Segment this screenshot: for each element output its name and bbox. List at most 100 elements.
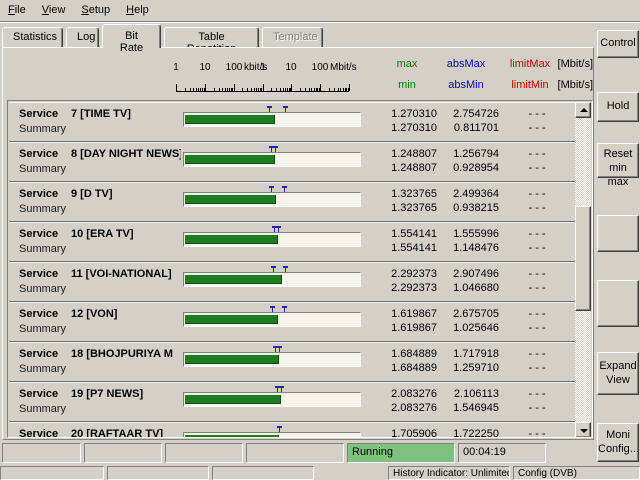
bitrate-bar <box>185 395 281 404</box>
reset-minmax-button[interactable]: Reset min max <box>597 143 639 178</box>
service-row[interactable]: Service7 [TIME TV] Summary 1.270310 2.75… <box>9 102 575 142</box>
arrow-down-icon <box>580 429 588 433</box>
moni-label-1: Moni <box>598 428 638 442</box>
value-limitmin: - - - <box>509 402 565 414</box>
service-name: Service20 [RAFTAAR TV] <box>19 428 181 438</box>
elapsed-time: 00:04:19 <box>458 443 546 463</box>
col-header-absmin: absMin <box>438 79 494 91</box>
tab-bit-rate[interactable]: Bit Rate <box>102 24 161 48</box>
scroll-up-button[interactable] <box>575 102 591 118</box>
value-absmax: 2.499364 <box>439 188 499 200</box>
value-limitmax: - - - <box>509 188 565 200</box>
bitrate-bar <box>185 315 278 324</box>
value-max: 2.083276 <box>377 388 437 400</box>
service-summary-label: Summary <box>19 243 66 255</box>
hold-button[interactable]: Hold <box>597 92 639 122</box>
value-min: 1.684889 <box>377 362 437 374</box>
absmin-marker <box>269 186 274 192</box>
tab-template[interactable]: Template <box>262 27 323 48</box>
service-row[interactable]: Service9 [D TV] Summary 1.323765 2.49936… <box>9 182 575 222</box>
bitrate-bar <box>185 195 276 204</box>
absmax-marker <box>279 386 284 392</box>
absmin-marker <box>270 306 275 312</box>
service-summary-label: Summary <box>19 203 66 215</box>
value-limitmax: - - - <box>509 428 565 438</box>
expand-view-button[interactable]: Expand View <box>597 352 639 395</box>
service-row[interactable]: Service20 [RAFTAAR TV] Summary 1.705906 … <box>9 422 575 438</box>
menu-help[interactable]: Help <box>118 1 157 20</box>
chart-header: 110100kbit/s110100Mbit/s max min absMax … <box>3 48 593 100</box>
bitrate-bar <box>185 275 282 284</box>
value-min: 1.323765 <box>377 202 437 214</box>
service-summary-label: Summary <box>19 323 66 335</box>
value-absmin: 1.046680 <box>439 282 499 294</box>
expand-label-2: View <box>598 373 638 387</box>
service-row[interactable]: Service8 [DAY NIGHT NEWS] Summary 1.2488… <box>9 142 575 182</box>
service-row[interactable]: Service19 [P7 NEWS] Summary 2.083276 2.1… <box>9 382 575 422</box>
absmax-marker <box>276 226 281 232</box>
value-absmax: 2.907496 <box>439 268 499 280</box>
value-max: 2.292373 <box>377 268 437 280</box>
tab-table-repetition[interactable]: Table Repetition <box>164 27 259 48</box>
service-row[interactable]: Service12 [VON] Summary 1.619867 2.67570… <box>9 302 575 342</box>
value-limitmax: - - - <box>509 228 565 240</box>
value-absmin: 0.928954 <box>439 162 499 174</box>
unit-label-min: [Mbit/s] <box>543 79 593 91</box>
value-limitmax: - - - <box>509 268 565 280</box>
blank-button-1[interactable] <box>597 215 639 252</box>
moni-label-2: Config... <box>598 442 638 456</box>
unit-label-max: [Mbit/s] <box>543 58 593 70</box>
value-absmin: 1.546945 <box>439 402 499 414</box>
bitrate-bar <box>185 355 279 364</box>
service-name: Service11 [VOI-NATIONAL] <box>19 268 181 281</box>
status-bar-bottom: History Indicator: Unlimited Config (DVB… <box>0 466 640 480</box>
status-bar-top: Running 00:04:19 <box>0 442 586 465</box>
value-limitmax: - - - <box>509 148 565 160</box>
value-absmax: 1.256794 <box>439 148 499 160</box>
value-absmin: 1.259710 <box>439 362 499 374</box>
scroll-down-button[interactable] <box>575 422 591 438</box>
status-cell-empty-2 <box>84 443 162 463</box>
value-min: 1.619867 <box>377 322 437 334</box>
value-max: 1.619867 <box>377 308 437 320</box>
vertical-scrollbar[interactable] <box>575 102 591 438</box>
service-row[interactable]: Service10 [ERA TV] Summary 1.554141 1.55… <box>9 222 575 262</box>
status2-cell-empty-2 <box>107 466 209 480</box>
value-limitmax: - - - <box>509 388 565 400</box>
service-name: Service9 [D TV] <box>19 188 181 201</box>
service-name: Service12 [VON] <box>19 308 181 321</box>
value-absmax: 2.106113 <box>439 388 499 400</box>
absmax-marker <box>283 266 288 272</box>
menu-view[interactable]: View <box>34 1 74 20</box>
scale-tick-label: 1 <box>260 62 266 73</box>
app-window: FileViewSetupHelp StatisticsLogBit RateT… <box>0 0 640 480</box>
service-summary-label: Summary <box>19 283 66 295</box>
value-min: 1.248807 <box>377 162 437 174</box>
value-limitmin: - - - <box>509 322 565 334</box>
tab-statistics[interactable]: Statistics <box>2 27 63 48</box>
menu-file[interactable]: File <box>0 1 34 20</box>
value-limitmin: - - - <box>509 362 565 374</box>
service-row[interactable]: Service11 [VOI-NATIONAL] Summary 2.29237… <box>9 262 575 302</box>
scrollbar-thumb[interactable] <box>575 206 591 311</box>
absmax-marker <box>282 186 287 192</box>
value-absmin: 0.938215 <box>439 202 499 214</box>
bitrate-bar <box>185 115 275 124</box>
value-limitmax: - - - <box>509 308 565 320</box>
value-absmax: 1.717918 <box>439 348 499 360</box>
tab-log[interactable]: Log <box>66 27 99 48</box>
service-list: Service7 [TIME TV] Summary 1.270310 2.75… <box>7 100 593 438</box>
control-button[interactable]: Control <box>597 30 639 58</box>
absmax-marker <box>283 106 288 112</box>
log-scale-ruler <box>176 76 349 92</box>
value-limitmin: - - - <box>509 202 565 214</box>
service-row[interactable]: Service18 [BHOJPURIYA M Summary 1.684889… <box>9 342 575 382</box>
value-min: 2.292373 <box>377 282 437 294</box>
moni-config-button[interactable]: Moni Config... <box>597 423 639 462</box>
menu-setup[interactable]: Setup <box>73 1 118 20</box>
value-max: 1.323765 <box>377 188 437 200</box>
arrow-up-icon <box>580 108 588 112</box>
scale-tick-label: 100 <box>226 62 243 73</box>
blank-button-2[interactable] <box>597 280 639 327</box>
reset-label-2: min max <box>598 161 638 189</box>
